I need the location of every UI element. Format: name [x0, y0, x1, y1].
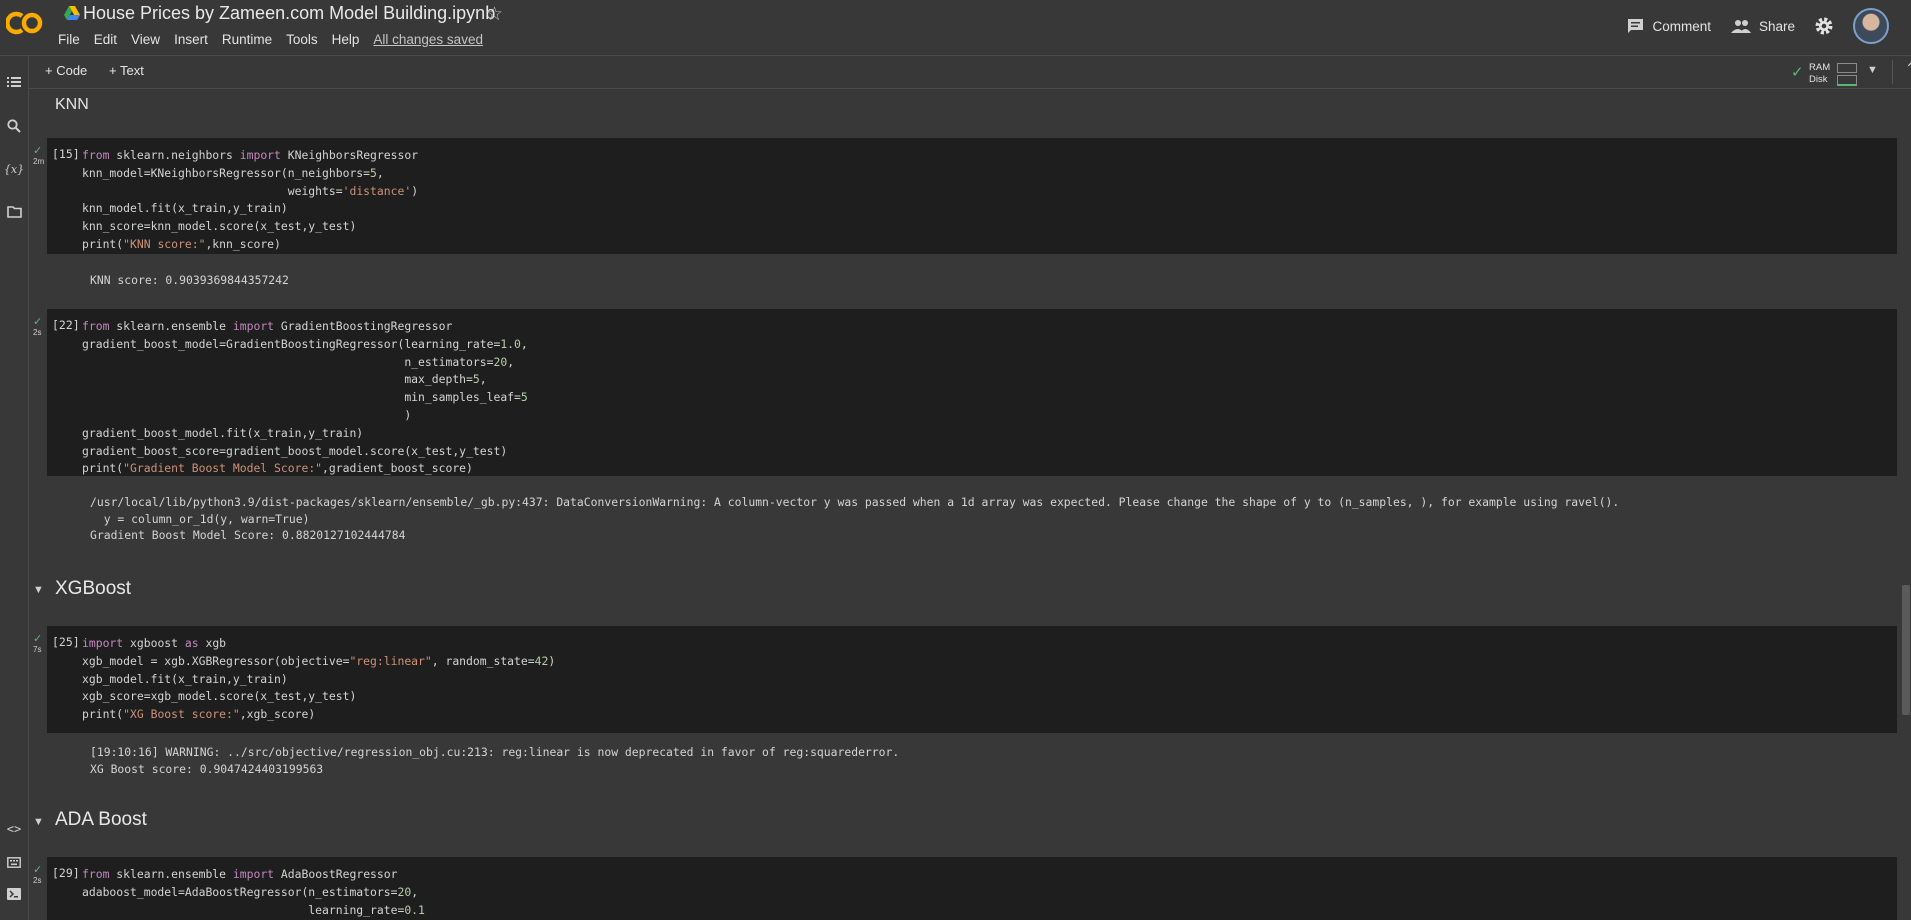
collapse-section-icon[interactable]: ▼	[33, 584, 44, 596]
save-status-link[interactable]: All changes saved	[373, 32, 483, 47]
gear-icon[interactable]	[1815, 17, 1833, 35]
share-label: Share	[1758, 18, 1795, 34]
xgboost-heading[interactable]: XGBoost	[55, 578, 131, 600]
collapse-section-icon[interactable]: ▼	[33, 816, 44, 828]
exec-time: 2s	[33, 328, 42, 337]
check-icon: ✓	[33, 633, 43, 645]
exec-status[interactable]: ✓ 7s	[33, 633, 47, 655]
cell-prompt: [22]	[52, 318, 80, 332]
menu-bar: File Edit View Insert Runtime Tools Help…	[58, 32, 497, 47]
notebook-toolbar: + Code + Text ✓ RAM Disk ▼ ⌃	[29, 56, 1911, 89]
comment-button[interactable]: Comment	[1627, 18, 1711, 34]
left-rail: {x} <>	[0, 56, 29, 920]
app-header: House Prices by Zameen.com Model Buildin…	[0, 0, 1911, 56]
drive-icon[interactable]	[64, 6, 80, 20]
connected-check-icon: ✓	[1791, 64, 1804, 81]
exec-status[interactable]: ✓ 2m	[33, 145, 47, 167]
terminal-icon[interactable]	[4, 884, 24, 904]
add-code-button[interactable]: + Code	[45, 63, 87, 78]
check-icon: ✓	[33, 145, 43, 157]
code-editor[interactable]: from sklearn.neighbors import KNeighbors…	[82, 147, 418, 254]
notebook-body: KNN ✓ 2m [15] from sklearn.neighbors imp…	[29, 89, 1897, 920]
ram-label: RAM	[1809, 62, 1831, 73]
code-cell-gradient-boost[interactable]: ✓ 2s [22] from sklearn.ensemble import G…	[33, 309, 1897, 478]
share-button[interactable]: Share	[1730, 18, 1795, 34]
toolbar-divider	[1892, 60, 1893, 84]
menu-help[interactable]: Help	[332, 32, 360, 47]
code-editor[interactable]: from sklearn.ensemble import AdaBoostReg…	[82, 866, 425, 919]
menu-tools[interactable]: Tools	[286, 32, 318, 47]
comment-icon	[1628, 19, 1644, 33]
cell-output-xgboost: [19:10:16] WARNING: ../src/objective/reg…	[90, 745, 900, 776]
disk-bar	[1837, 75, 1857, 86]
resource-monitor[interactable]: ✓ RAM Disk	[1791, 59, 1857, 87]
exec-time: 2s	[33, 876, 42, 885]
menu-runtime[interactable]: Runtime	[222, 32, 272, 47]
menu-insert[interactable]: Insert	[174, 32, 208, 47]
code-editor[interactable]: import xgboost as xgb xgb_model = xgb.XG…	[82, 635, 555, 724]
ram-bar	[1837, 63, 1857, 73]
variables-icon[interactable]: {x}	[4, 159, 24, 179]
collapse-header-icon[interactable]: ⌃	[1905, 60, 1911, 77]
exec-status[interactable]: ✓ 2s	[33, 316, 47, 338]
folder-icon[interactable]	[4, 202, 24, 222]
menu-file[interactable]: File	[58, 32, 80, 47]
check-icon: ✓	[33, 316, 43, 328]
cell-output-knn: KNN score: 0.9039369844357242	[90, 273, 289, 287]
colab-logo[interactable]	[6, 8, 46, 38]
menu-edit[interactable]: Edit	[94, 32, 117, 47]
check-icon: ✓	[33, 864, 43, 876]
exec-time: 7s	[33, 645, 42, 654]
menu-view[interactable]: View	[131, 32, 160, 47]
knn-heading[interactable]: KNN	[55, 96, 89, 114]
code-editor[interactable]: from sklearn.ensemble import GradientBoo…	[82, 318, 528, 478]
exec-status[interactable]: ✓ 2s	[33, 864, 47, 886]
add-text-button[interactable]: + Text	[109, 63, 144, 78]
search-icon[interactable]	[4, 116, 24, 136]
people-icon	[1730, 20, 1751, 33]
star-icon[interactable]: ☆	[486, 3, 503, 26]
cell-prompt: [29]	[52, 866, 80, 880]
avatar[interactable]	[1853, 8, 1889, 44]
comment-label: Comment	[1652, 18, 1711, 34]
cell-prompt: [15]	[52, 147, 80, 161]
code-cell-knn[interactable]: ✓ 2m [15] from sklearn.neighbors import …	[33, 138, 1897, 254]
cell-output-gradient-boost: /usr/local/lib/python3.9/dist-packages/s…	[90, 495, 1620, 542]
disk-label: Disk	[1809, 74, 1828, 85]
code-cell-ada-boost[interactable]: ✓ 2s [29] from sklearn.ensemble import A…	[33, 857, 1897, 920]
connect-dropdown-icon[interactable]: ▼	[1867, 64, 1878, 76]
scrollbar-thumb[interactable]	[1902, 585, 1910, 715]
ada-boost-heading[interactable]: ADA Boost	[55, 809, 147, 831]
code-cell-xgboost[interactable]: ✓ 7s [25] import xgboost as xgb xgb_mode…	[33, 626, 1897, 733]
cell-prompt: [25]	[52, 635, 80, 649]
header-actions: Comment Share	[1627, 8, 1911, 44]
code-snippets-icon[interactable]: <>	[4, 819, 24, 839]
notebook-title[interactable]: House Prices by Zameen.com Model Buildin…	[83, 3, 495, 24]
table-of-contents-icon[interactable]	[4, 72, 24, 92]
command-palette-icon[interactable]	[4, 852, 24, 872]
exec-time: 2m	[33, 157, 45, 166]
